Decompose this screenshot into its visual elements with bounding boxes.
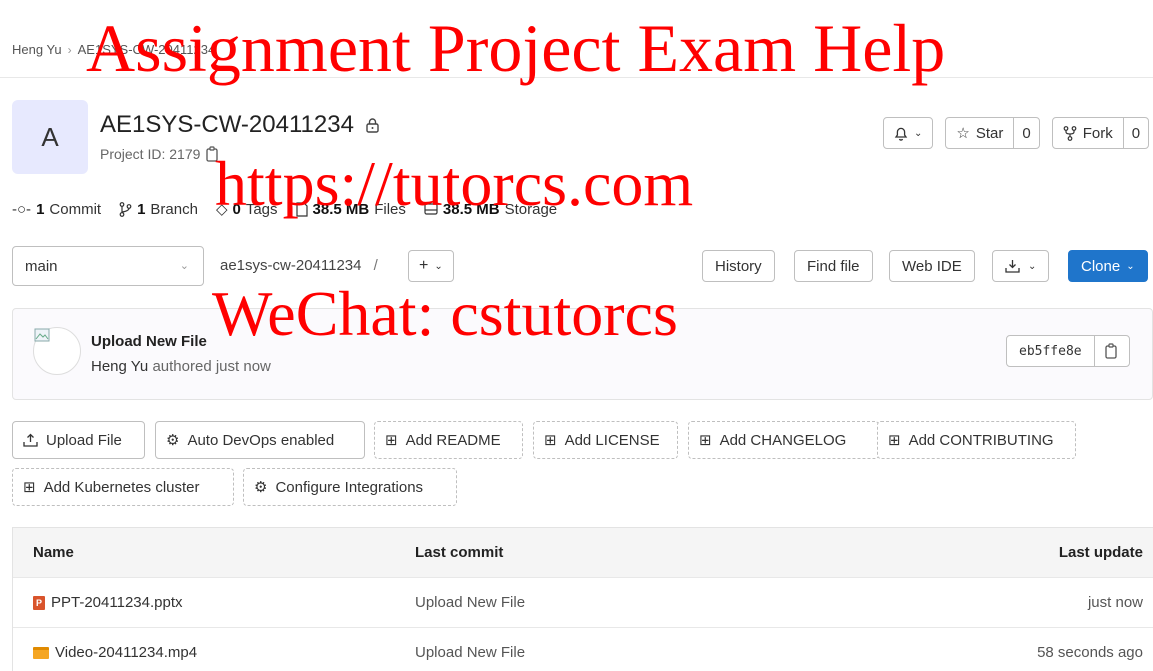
star-count[interactable]: 0 xyxy=(1013,118,1038,148)
table-row[interactable]: P PPT-20411234.pptx Upload New File just… xyxy=(13,578,1153,628)
files-stat[interactable]: 38.5 MB Files xyxy=(295,200,406,218)
upload-file-button[interactable]: Upload File xyxy=(12,421,145,459)
fork-button[interactable]: Fork 0 xyxy=(1051,117,1150,149)
commit-title[interactable]: Upload New File xyxy=(91,333,207,350)
breadcrumb: Heng Yu › AE1SYS-CW-20411234 xyxy=(12,42,215,57)
page-title: AE1SYS-CW-20411234 xyxy=(100,111,379,139)
gear-icon: ⚙ xyxy=(166,432,180,449)
file-last-update: just now xyxy=(1087,594,1143,611)
copy-id-icon[interactable] xyxy=(206,146,220,162)
history-button[interactable]: History xyxy=(702,250,775,282)
fork-icon xyxy=(1063,125,1077,141)
commit-sha[interactable]: eb5ffe8e xyxy=(1007,344,1094,359)
table-header: Name Last commit Last update xyxy=(13,528,1153,578)
file-last-commit-link[interactable]: Upload New File xyxy=(415,644,525,661)
branches-stat[interactable]: 1 Branch xyxy=(119,200,198,218)
web-ide-button[interactable]: Web IDE xyxy=(889,250,975,282)
tag-icon: ◇ xyxy=(215,201,228,218)
star-button[interactable]: ☆ Star 0 xyxy=(945,117,1040,149)
chevron-down-icon: ⌄ xyxy=(1028,260,1037,272)
project-stats: -○- 1 Commit 1 Branch ◇ 0 Tags 38.5 MB F… xyxy=(12,200,557,219)
project-header-actions: ⌄ ☆ Star 0 Fork 0 xyxy=(883,117,1150,149)
commit-icon: -○- xyxy=(12,200,32,218)
project-title: AE1SYS-CW-20411234 xyxy=(100,111,354,138)
plus-icon: + xyxy=(419,257,429,274)
fork-count[interactable]: 0 xyxy=(1122,118,1148,148)
commit-author[interactable]: Heng Yu xyxy=(91,358,148,375)
download-button[interactable]: ⌄ xyxy=(992,250,1050,282)
add-changelog-button[interactable]: ⊞ Add CHANGELOG xyxy=(688,421,879,459)
file-name-link[interactable]: PPT-20411234.pptx xyxy=(51,594,182,611)
repository-toolbar: main ⌄ ae1sys-cw-20411234 / + ⌄ History … xyxy=(12,246,1153,286)
broken-image-icon xyxy=(34,328,50,342)
storage-icon xyxy=(424,203,438,215)
chevron-down-icon: ⌄ xyxy=(434,260,443,272)
copy-icon xyxy=(1104,343,1117,359)
gear-icon: ⚙ xyxy=(254,479,268,496)
find-file-button[interactable]: Find file xyxy=(794,250,873,282)
copy-sha-button[interactable] xyxy=(1093,336,1129,366)
star-icon: ☆ xyxy=(956,125,970,142)
repo-path-link[interactable]: ae1sys-cw-20411234 xyxy=(220,257,361,274)
table-row[interactable]: Video-20411234.mp4 Upload New File 58 se… xyxy=(13,628,1153,671)
video-file-icon xyxy=(33,646,49,659)
branch-selector[interactable]: main ⌄ xyxy=(12,246,204,286)
add-to-tree-button[interactable]: + ⌄ xyxy=(408,250,454,282)
breadcrumb-project[interactable]: AE1SYS-CW-20411234 xyxy=(78,42,216,57)
column-last-update: Last update xyxy=(1058,544,1143,561)
breadcrumb-user[interactable]: Heng Yu xyxy=(12,42,62,57)
file-icon xyxy=(295,201,308,217)
notification-button[interactable]: ⌄ xyxy=(883,117,934,149)
tags-stat[interactable]: ◇ 0 Tags xyxy=(215,200,278,219)
plus-square-icon: ⊞ xyxy=(544,432,557,449)
file-tree-table: Name Last commit Last update P PPT-20411… xyxy=(12,527,1153,671)
add-contributing-button[interactable]: ⊞ Add CONTRIBUTING xyxy=(877,421,1076,459)
file-last-commit-link[interactable]: Upload New File xyxy=(415,594,525,611)
storage-stat[interactable]: 38.5 MB Storage xyxy=(424,200,557,218)
commit-sha-group: eb5ffe8e xyxy=(1006,335,1130,367)
lock-icon xyxy=(366,117,379,133)
branch-icon xyxy=(119,201,132,217)
file-name-link[interactable]: Video-20411234.mp4 xyxy=(55,644,197,661)
last-commit-panel: Upload New File Heng Yu authored just no… xyxy=(12,308,1153,400)
bell-icon xyxy=(894,127,908,141)
breadcrumb-separator-icon: › xyxy=(67,42,72,57)
add-license-button[interactable]: ⊞ Add LICENSE xyxy=(533,421,678,459)
auto-devops-button[interactable]: ⚙ Auto DevOps enabled xyxy=(155,421,365,459)
header-divider xyxy=(0,77,1153,78)
upload-icon xyxy=(23,433,38,447)
author-avatar[interactable] xyxy=(33,327,81,375)
commits-stat[interactable]: -○- 1 Commit xyxy=(12,200,101,218)
add-kubernetes-button[interactable]: ⊞ Add Kubernetes cluster xyxy=(12,468,234,506)
plus-square-icon: ⊞ xyxy=(23,479,36,496)
configure-integrations-button[interactable]: ⚙ Configure Integrations xyxy=(243,468,457,506)
download-icon xyxy=(1005,260,1020,273)
column-name: Name xyxy=(33,544,74,561)
chevron-down-icon: ⌄ xyxy=(914,127,923,139)
chevron-down-icon: ⌄ xyxy=(179,260,189,272)
file-last-update: 58 seconds ago xyxy=(1037,644,1143,661)
commit-meta: Heng Yu authored just now xyxy=(91,358,271,375)
plus-square-icon: ⊞ xyxy=(385,432,398,449)
chevron-down-icon: ⌄ xyxy=(1126,260,1135,272)
column-last-commit: Last commit xyxy=(415,544,504,561)
plus-square-icon: ⊞ xyxy=(888,432,901,449)
project-avatar: A xyxy=(12,100,88,174)
project-id: Project ID: 2179 xyxy=(100,146,220,162)
add-readme-button[interactable]: ⊞ Add README xyxy=(374,421,523,459)
pptx-file-icon: P xyxy=(33,595,45,610)
plus-square-icon: ⊞ xyxy=(699,432,712,449)
repo-path: ae1sys-cw-20411234 / xyxy=(220,257,378,274)
clone-button[interactable]: Clone ⌄ xyxy=(1068,250,1148,282)
